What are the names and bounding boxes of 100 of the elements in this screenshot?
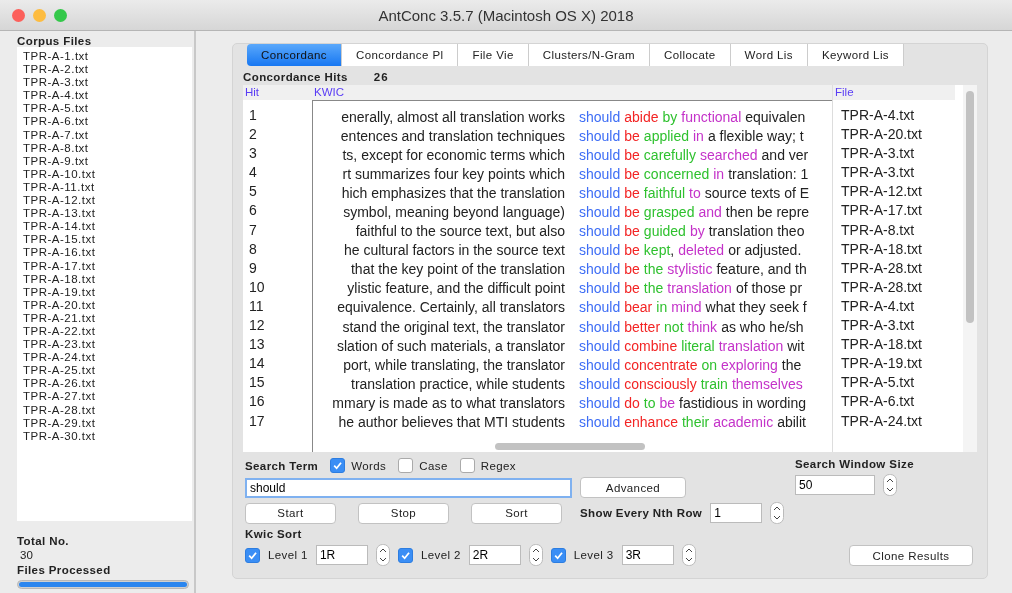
left-context: equivalence. Certainly, all translators bbox=[336, 299, 565, 316]
tab[interactable]: Keyword Lis bbox=[808, 44, 905, 66]
corpus-file-item[interactable]: TPR-A-4.txt bbox=[23, 89, 89, 103]
corpus-file-item[interactable]: TPR-A-22.txt bbox=[23, 324, 96, 339]
corpus-file-item[interactable]: TPR-A-7.txt bbox=[23, 128, 89, 142]
hit-number: 6 bbox=[248, 201, 257, 221]
stepper-icon[interactable] bbox=[681, 544, 696, 566]
level-field[interactable]: 3R bbox=[621, 545, 674, 565]
stepper-icon[interactable] bbox=[883, 474, 897, 496]
search-field[interactable]: should bbox=[245, 477, 572, 498]
tab[interactable]: File Vie bbox=[458, 44, 529, 66]
kwic-word: literal bbox=[681, 337, 715, 354]
corpus-file-item[interactable]: TPR-A-3.txt bbox=[23, 76, 89, 90]
corpus-file-item[interactable]: TPR-A-2.txt bbox=[23, 63, 89, 77]
search-window-size-label: Search Window Size bbox=[795, 458, 915, 470]
kwic-word: in bbox=[693, 127, 704, 144]
file-name: TPR-A-8.txt bbox=[840, 220, 915, 240]
corpus-file-item[interactable]: TPR-A-25.txt bbox=[23, 364, 96, 378]
corpus-file-item[interactable]: TPR-A-27.txt bbox=[23, 390, 96, 404]
corpus-file-item[interactable]: TPR-A-28.txt bbox=[23, 403, 96, 417]
vertical-scrollbar[interactable] bbox=[966, 91, 974, 323]
corpus-file-item[interactable]: TPR-A-21.txt bbox=[23, 311, 96, 325]
corpus-file-item[interactable]: TPR-A-29.txt bbox=[23, 416, 96, 430]
corpus-file-item[interactable]: TPR-A-16.txt bbox=[23, 246, 96, 260]
hit-number: 8 bbox=[248, 239, 257, 259]
stepper-icon[interactable] bbox=[528, 544, 543, 566]
file-name: TPR-A-28.txt bbox=[840, 258, 922, 278]
kwic-word: exploring bbox=[721, 356, 778, 373]
tab[interactable]: Clusters/N-Gram bbox=[528, 44, 651, 66]
corpus-file-item[interactable]: TPR-A-6.txt bbox=[23, 115, 89, 129]
stepper-icon[interactable] bbox=[770, 502, 785, 524]
corpus-file-item[interactable]: TPR-A-8.txt bbox=[23, 141, 89, 155]
kwic-word: the bbox=[643, 261, 664, 278]
corpus-file-item[interactable]: TPR-A-15.txt bbox=[23, 233, 96, 247]
corpus-file-item[interactable]: TPR-A-11.txt bbox=[23, 180, 95, 195]
search-term-label: Search Term bbox=[245, 459, 319, 472]
hit-number: 16 bbox=[248, 392, 265, 412]
kwic-word: or adjusted. bbox=[728, 242, 802, 259]
checkbox[interactable] bbox=[330, 458, 346, 473]
stepper-icon[interactable] bbox=[375, 544, 390, 566]
kwic-word: applied bbox=[643, 127, 689, 144]
checkbox-label: Words bbox=[351, 459, 387, 472]
kwic-word: guided bbox=[643, 223, 686, 240]
kwic-word: the bbox=[643, 280, 664, 297]
file-name: TPR-A-28.txt bbox=[840, 277, 922, 297]
kwic-word: enhance bbox=[624, 414, 678, 431]
hit-number: 15 bbox=[248, 373, 265, 393]
corpus-file-item[interactable]: TPR-A-14.txt bbox=[23, 220, 96, 234]
level-field[interactable]: 2R bbox=[468, 545, 521, 565]
checkbox[interactable] bbox=[397, 547, 413, 563]
kwic-word: the bbox=[781, 356, 802, 373]
level-field[interactable]: 1R bbox=[315, 545, 368, 565]
tab[interactable]: Word Lis bbox=[730, 44, 808, 66]
advanced-button[interactable]: Advanced bbox=[580, 477, 686, 498]
nth-row-field[interactable]: 1 bbox=[710, 503, 763, 523]
kwic-word: do bbox=[624, 394, 640, 411]
hit-number: 17 bbox=[248, 411, 265, 431]
kwic-word: should bbox=[579, 261, 621, 278]
kwic-word: be bbox=[659, 394, 676, 411]
action-button[interactable]: Start bbox=[245, 502, 336, 524]
tab[interactable]: Collocate bbox=[650, 44, 731, 66]
total-count: 30 bbox=[20, 549, 34, 561]
window-size-field[interactable]: 50 bbox=[795, 475, 875, 495]
corpus-file-item[interactable]: TPR-A-18.txt bbox=[23, 272, 96, 286]
checkbox[interactable] bbox=[550, 547, 566, 563]
hit-number: 3 bbox=[248, 144, 257, 164]
column-header[interactable]: File bbox=[833, 85, 955, 100]
corpus-file-item[interactable]: TPR-A-9.txt bbox=[23, 154, 89, 168]
corpus-file-item[interactable]: TPR-A-20.txt bbox=[23, 298, 96, 312]
tab[interactable]: Concordance Pl bbox=[342, 44, 459, 66]
tab[interactable]: Concordanc bbox=[247, 44, 342, 66]
checkbox[interactable] bbox=[245, 547, 260, 563]
kwic-word: be bbox=[624, 280, 640, 297]
clone-results-button[interactable]: Clone Results bbox=[849, 545, 973, 566]
action-button[interactable]: Sort bbox=[471, 502, 562, 524]
checkmark-icon bbox=[552, 549, 564, 561]
kwic-word: what they seek f bbox=[705, 299, 807, 316]
hit-number: 13 bbox=[248, 335, 265, 355]
corpus-file-item[interactable]: TPR-A-30.txt bbox=[23, 429, 96, 443]
column-header[interactable]: Hit bbox=[243, 85, 312, 100]
corpus-file-item[interactable]: TPR-A-24.txt bbox=[23, 351, 96, 365]
corpus-file-item[interactable]: TPR-A-1.txt bbox=[23, 50, 89, 64]
action-button[interactable]: Stop bbox=[358, 502, 449, 524]
corpus-file-item[interactable]: TPR-A-10.txt bbox=[23, 167, 96, 181]
left-context: ts, except for economic terms which bbox=[341, 146, 565, 163]
corpus-file-item[interactable]: TPR-A-13.txt bbox=[23, 207, 96, 221]
corpus-file-item[interactable]: TPR-A-23.txt bbox=[23, 338, 96, 352]
checkbox[interactable] bbox=[459, 458, 475, 473]
left-context: he cultural factors in the source text bbox=[343, 242, 565, 259]
checkbox[interactable] bbox=[398, 458, 414, 473]
corpus-file-item[interactable]: TPR-A-17.txt bbox=[23, 259, 96, 273]
corpus-file-item[interactable]: TPR-A-12.txt bbox=[23, 194, 96, 208]
kwic-word: be bbox=[624, 242, 640, 259]
corpus-file-item[interactable]: TPR-A-26.txt bbox=[23, 377, 96, 391]
horizontal-scrollbar[interactable] bbox=[495, 443, 645, 450]
corpus-file-item[interactable]: TPR-A-19.txt bbox=[23, 285, 96, 299]
corpus-file-item[interactable]: TPR-A-5.txt bbox=[23, 102, 89, 116]
hit-number: 9 bbox=[248, 258, 257, 278]
column-header[interactable]: KWIC bbox=[312, 85, 832, 100]
close-button[interactable] bbox=[12, 9, 25, 22]
